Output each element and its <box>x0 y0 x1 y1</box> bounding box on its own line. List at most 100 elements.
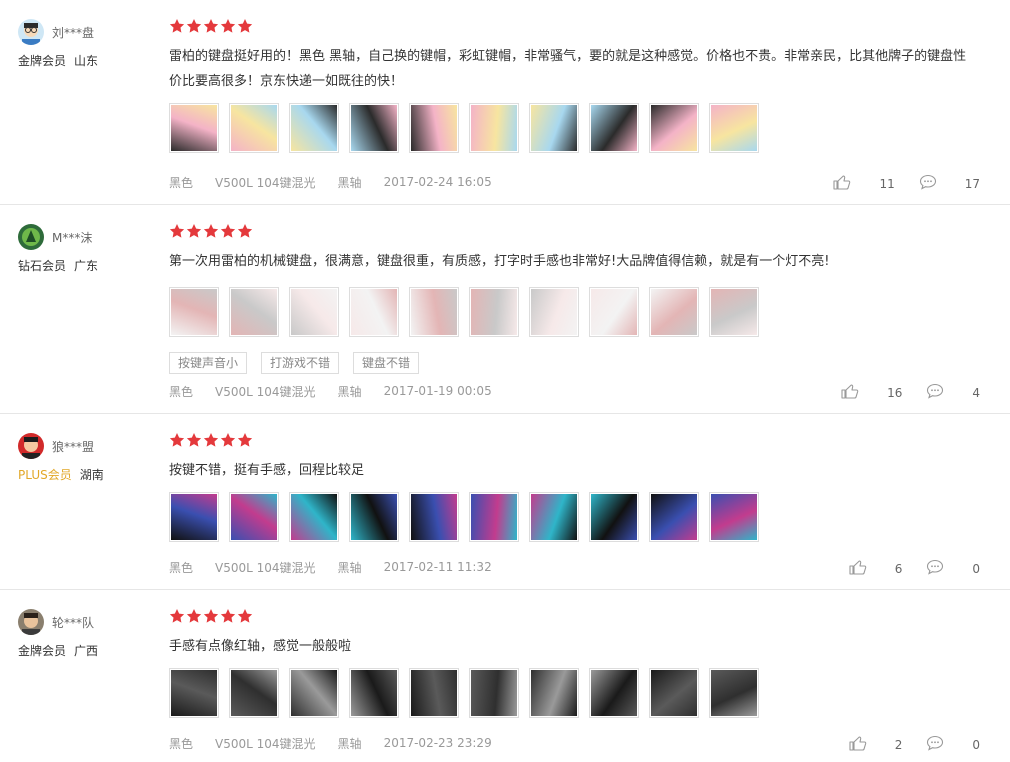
star-icon <box>186 223 202 239</box>
review-images <box>169 668 994 718</box>
star-icon <box>220 608 236 624</box>
review-photo-thumbnail[interactable] <box>649 103 699 153</box>
review-photo-thumbnail[interactable] <box>589 103 639 153</box>
review-photo-thumbnail[interactable] <box>409 492 459 542</box>
reviewer-info: 刘***盘 金牌会员 山东 <box>18 18 158 69</box>
review-date: 2017-02-11 11:32 <box>383 560 492 574</box>
avatar[interactable] <box>18 433 44 459</box>
like-button[interactable]: 11 <box>833 174 895 193</box>
reviewer-info: 狼***盟 PLUS会员 湖南 <box>18 432 158 483</box>
avatar[interactable] <box>18 224 44 250</box>
review-photo-thumbnail[interactable] <box>289 287 339 337</box>
member-level: 金牌会员 <box>18 54 67 68</box>
review-photo-thumbnail[interactable] <box>649 492 699 542</box>
review-text: 雷柏的键盘挺好用的！黑色 黑轴，自己换的键帽，彩虹键帽，非常骚气，要的就是这种感… <box>169 49 967 89</box>
like-button[interactable]: 2 <box>849 735 903 754</box>
comment-icon <box>926 559 950 578</box>
star-icon <box>203 432 219 448</box>
review-photo-thumbnail[interactable] <box>229 492 279 542</box>
review-photo-thumbnail[interactable] <box>469 103 519 153</box>
product-model: V500L 104键混光 <box>215 175 316 190</box>
review-photo-thumbnail[interactable] <box>169 668 219 718</box>
star-icon <box>220 18 236 34</box>
review-photo-thumbnail[interactable] <box>349 492 399 542</box>
review-photo-thumbnail[interactable] <box>169 103 219 153</box>
review-photo-thumbnail[interactable] <box>289 668 339 718</box>
location: 山东 <box>74 54 99 68</box>
product-model: V500L 104键混光 <box>215 560 316 575</box>
review-photo-thumbnail[interactable] <box>469 668 519 718</box>
comment-count: 17 <box>964 176 980 191</box>
member-level: 钻石会员 <box>18 259 67 273</box>
review-photo-thumbnail[interactable] <box>169 492 219 542</box>
comment-button[interactable]: 17 <box>919 174 980 193</box>
review-list: 刘***盘 金牌会员 山东 雷柏的键盘挺好用的！黑色 黑轴，自己换的键帽，彩虹键帽… <box>0 0 1010 760</box>
avatar[interactable] <box>18 609 44 635</box>
review-photo-thumbnail[interactable] <box>289 103 339 153</box>
star-icon <box>169 223 185 239</box>
review-photo-thumbnail[interactable] <box>349 103 399 153</box>
star-icon <box>237 432 253 448</box>
review-photo-thumbnail[interactable] <box>289 492 339 542</box>
like-button[interactable]: 6 <box>849 559 902 578</box>
review-meta: 黑色 V500L 104键混光 黑轴 2017-02-24 16:05 11 1… <box>169 174 980 193</box>
star-icon <box>220 432 236 448</box>
like-button[interactable]: 16 <box>841 383 902 402</box>
review-photo-thumbnail[interactable] <box>709 668 759 718</box>
star-rating <box>169 18 994 35</box>
comment-button[interactable]: 0 <box>926 735 980 754</box>
star-icon <box>169 608 185 624</box>
review-photo-thumbnail[interactable] <box>589 668 639 718</box>
review-photo-thumbnail[interactable] <box>649 287 699 337</box>
review-photo-thumbnail[interactable] <box>529 287 579 337</box>
comment-count: 4 <box>972 385 980 400</box>
review-photo-thumbnail[interactable] <box>469 492 519 542</box>
review-item: 狼***盟 PLUS会员 湖南 按键不错，挺有手感，回程比较足 黑色 V500L … <box>0 414 1010 590</box>
review-photo-thumbnail[interactable] <box>649 668 699 718</box>
review-photo-thumbnail[interactable] <box>349 287 399 337</box>
location: 广西 <box>74 644 99 658</box>
review-photo-thumbnail[interactable] <box>409 103 459 153</box>
star-icon <box>203 608 219 624</box>
review-photo-thumbnail[interactable] <box>229 103 279 153</box>
star-rating <box>169 608 994 625</box>
review-photo-thumbnail[interactable] <box>529 668 579 718</box>
comment-button[interactable]: 0 <box>926 559 980 578</box>
comment-icon <box>926 735 950 754</box>
thumbs-up-icon <box>833 174 857 193</box>
review-photo-thumbnail[interactable] <box>709 103 759 153</box>
review-images <box>169 103 994 153</box>
product-switch: 黑轴 <box>337 384 362 399</box>
star-icon <box>237 223 253 239</box>
review-photo-thumbnail[interactable] <box>409 287 459 337</box>
review-photo-thumbnail[interactable] <box>409 668 459 718</box>
review-photo-thumbnail[interactable] <box>169 287 219 337</box>
like-count: 16 <box>887 385 903 400</box>
star-icon <box>237 608 253 624</box>
review-photo-thumbnail[interactable] <box>349 668 399 718</box>
avatar[interactable] <box>18 19 44 45</box>
review-photo-thumbnail[interactable] <box>589 492 639 542</box>
comment-button[interactable]: 4 <box>926 383 980 402</box>
review-photo-thumbnail[interactable] <box>229 287 279 337</box>
review-photo-thumbnail[interactable] <box>589 287 639 337</box>
review-photo-thumbnail[interactable] <box>709 492 759 542</box>
product-model: V500L 104键混光 <box>215 736 316 751</box>
star-icon <box>186 608 202 624</box>
review-photo-thumbnail[interactable] <box>709 287 759 337</box>
review-item: 刘***盘 金牌会员 山东 雷柏的键盘挺好用的！黑色 黑轴，自己换的键帽，彩虹键帽… <box>0 0 1010 205</box>
review-tag: 打游戏不错 <box>261 352 340 374</box>
like-count: 2 <box>894 737 903 752</box>
comment-count: 0 <box>972 737 980 752</box>
review-photo-thumbnail[interactable] <box>529 492 579 542</box>
star-rating <box>169 432 994 449</box>
star-icon <box>203 18 219 34</box>
review-photo-thumbnail[interactable] <box>529 103 579 153</box>
comment-icon <box>926 383 950 402</box>
review-photo-thumbnail[interactable] <box>229 668 279 718</box>
review-photo-thumbnail[interactable] <box>469 287 519 337</box>
review-date: 2017-02-24 16:05 <box>383 175 492 189</box>
star-icon <box>237 18 253 34</box>
product-color: 黑色 <box>169 175 194 190</box>
review-meta: 黑色 V500L 104键混光 黑轴 2017-02-23 23:29 2 0 <box>169 735 980 754</box>
